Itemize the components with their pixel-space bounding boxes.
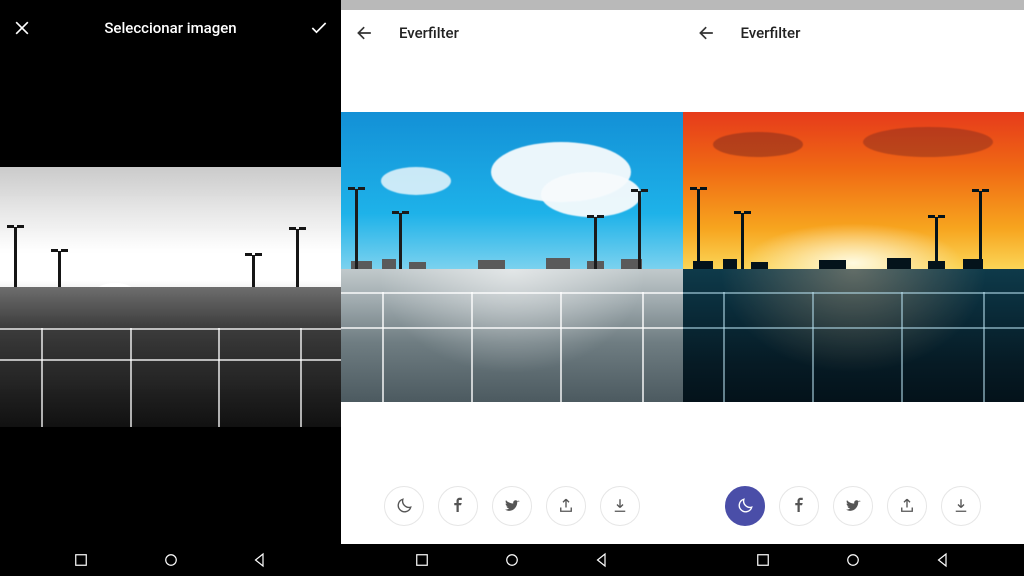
share-button[interactable] [887,486,927,526]
panel-select-image: Seleccionar imagen [0,0,341,576]
facebook-share-button[interactable] [438,486,478,526]
panel-everfilter-sunset: Everfilter [683,0,1024,576]
status-bar [341,0,683,10]
facebook-share-button[interactable] [779,486,819,526]
android-nav-bar [341,544,683,576]
image-bw-parking-lot [0,167,341,427]
back-icon[interactable] [934,551,952,569]
close-icon[interactable] [12,18,32,38]
everfilter-topbar: Everfilter [683,10,1024,56]
download-button[interactable] [941,486,981,526]
twitter-share-button[interactable] [833,486,873,526]
select-image-title: Seleccionar imagen [104,19,236,37]
image-sunset-filter [683,112,1024,402]
home-icon[interactable] [162,551,180,569]
app-title: Everfilter [399,24,459,42]
action-bar [341,486,683,544]
filtered-image-preview[interactable] [341,112,683,402]
share-button[interactable] [546,486,586,526]
image-blue-sky-filter [341,112,683,402]
home-icon[interactable] [503,551,521,569]
recent-apps-icon[interactable] [72,551,90,569]
android-nav-bar [0,544,341,576]
action-bar [683,486,1024,544]
filtered-image-preview[interactable] [683,112,1024,402]
arrow-left-icon[interactable] [697,23,717,43]
download-button[interactable] [600,486,640,526]
check-icon[interactable] [309,18,329,38]
home-icon[interactable] [844,551,862,569]
moon-filter-button[interactable] [725,486,765,526]
app-title: Everfilter [741,24,801,42]
back-icon[interactable] [593,551,611,569]
back-icon[interactable] [251,551,269,569]
android-nav-bar [683,544,1024,576]
recent-apps-icon[interactable] [754,551,772,569]
app-screenshots-row: Seleccionar imagen [0,0,1024,576]
twitter-share-button[interactable] [492,486,532,526]
recent-apps-icon[interactable] [413,551,431,569]
everfilter-topbar: Everfilter [341,10,683,56]
selected-image-preview[interactable] [0,50,341,544]
panel-everfilter-day: Everfilter [341,0,683,576]
select-image-topbar: Seleccionar imagen [0,6,341,50]
status-bar [683,0,1024,10]
arrow-left-icon[interactable] [355,23,375,43]
moon-filter-button[interactable] [384,486,424,526]
